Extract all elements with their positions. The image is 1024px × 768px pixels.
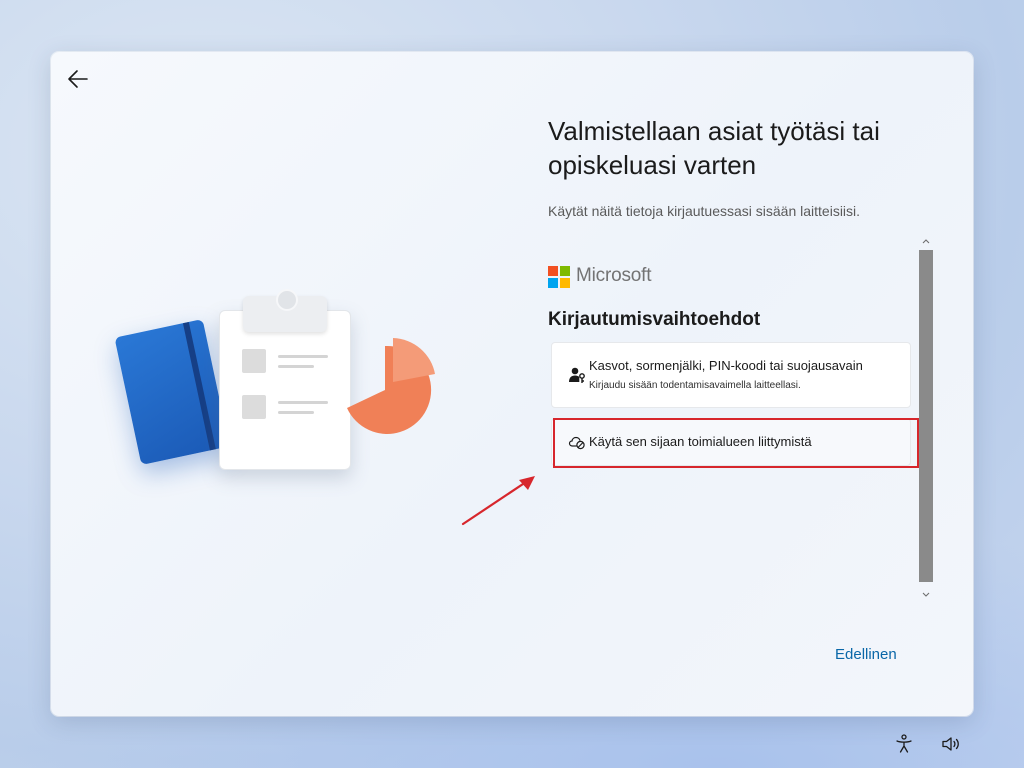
option-domain-join[interactable]: Käytä sen sijaan toimialueen liittymistä <box>551 418 911 466</box>
clipboard-graphic <box>219 310 351 470</box>
back-arrow-icon <box>68 70 88 88</box>
back-button[interactable] <box>65 66 91 92</box>
options-scrollbar[interactable] <box>918 234 934 602</box>
page-title: Valmistellaan asiat työtäsi tai opiskelu… <box>548 116 880 180</box>
accessibility-button[interactable] <box>893 733 915 755</box>
microsoft-wordmark: Microsoft <box>576 265 652 286</box>
option-domain-join-title: Käytä sen sijaan toimialueen liittymistä <box>589 434 812 449</box>
scroll-down-button[interactable] <box>918 588 934 602</box>
signin-options-heading: Kirjautumisvaihtoehdot <box>548 309 761 330</box>
option-security-key-description: Kirjaudu sisään todentamisavaimella lait… <box>589 380 801 391</box>
chevron-down-icon <box>922 592 930 597</box>
volume-button[interactable] <box>940 733 962 755</box>
previous-button[interactable]: Edellinen <box>835 646 897 663</box>
signin-options-panel: Microsoft Kirjautumisvaihtoehdot Kasvot,… <box>548 234 934 602</box>
microsoft-logo-icon <box>548 266 570 288</box>
scroll-thumb[interactable] <box>919 250 933 582</box>
option-security-key-title: Kasvot, sormenjälki, PIN-koodi tai suoja… <box>589 358 863 373</box>
clipboard-ring-graphic <box>276 289 298 311</box>
option-security-key[interactable]: Kasvot, sormenjälki, PIN-koodi tai suoja… <box>551 342 911 408</box>
page-subtitle: Käytät näitä tietoja kirjautuessasi sisä… <box>548 203 861 219</box>
annotation-arrow-icon <box>461 476 535 526</box>
volume-icon <box>942 737 959 751</box>
person-key-icon <box>569 367 585 383</box>
pie-chart-graphic <box>347 338 435 434</box>
cloud-blocked-icon <box>568 436 585 450</box>
notebook-graphic <box>114 319 230 465</box>
chevron-up-icon <box>922 239 930 244</box>
accessibility-icon <box>896 734 912 753</box>
scroll-up-button[interactable] <box>918 234 934 248</box>
